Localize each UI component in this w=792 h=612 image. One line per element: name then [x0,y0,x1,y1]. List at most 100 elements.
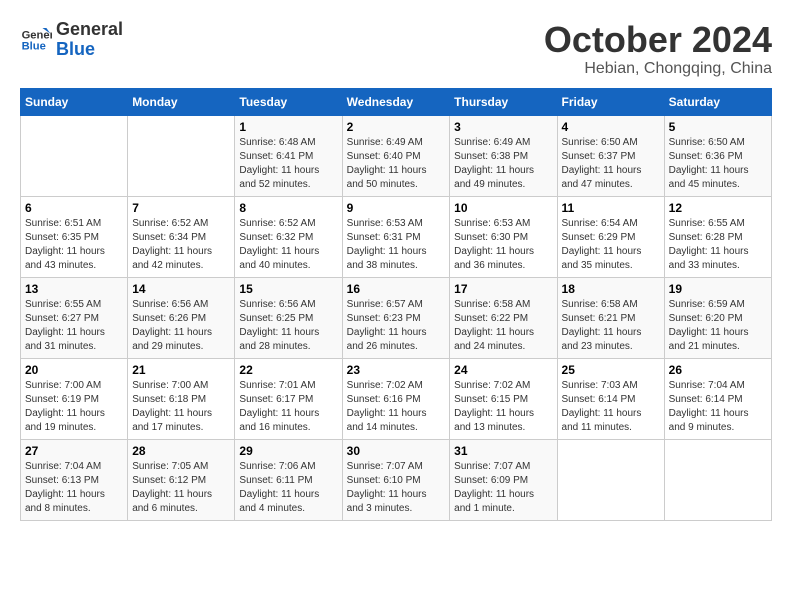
day-info: Sunrise: 7:00 AM Sunset: 6:19 PM Dayligh… [25,379,123,435]
logo-text-line2: Blue [56,40,123,60]
calendar-cell: 1Sunrise: 6:48 AM Sunset: 6:41 PM Daylig… [235,115,342,196]
day-info: Sunrise: 6:58 AM Sunset: 6:21 PM Dayligh… [562,298,660,354]
calendar-cell: 25 Sunrise: 7:03 AM Sunset: 6:14 PM Dayli… [557,358,664,439]
day-info: Sunrise: 7:07 AM Sunset: 6:10 PM Dayligh… [347,460,446,516]
weekday-header: Friday [557,88,664,115]
calendar-cell: 3Sunrise: 6:49 AM Sunset: 6:38 PM Daylig… [450,115,557,196]
day-info: Sunrise: 7:04 AM Sunset: 6:13 PM Dayligh… [25,460,123,516]
day-number: 10 [454,201,552,215]
calendar-week-row: 13 Sunrise: 6:55 AM Sunset: 6:27 PM Dayli… [21,277,772,358]
day-number: 22 [239,363,337,377]
day-info: Sunrise: 6:50 AM Sunset: 6:36 PM Dayligh… [669,136,767,192]
day-number: 24 [454,363,552,377]
calendar-cell: 27 Sunrise: 7:04 AM Sunset: 6:13 PM Dayli… [21,439,128,520]
calendar-cell: 26 Sunrise: 7:04 AM Sunset: 6:14 PM Dayli… [664,358,771,439]
day-info: Sunrise: 6:52 AM Sunset: 6:32 PM Dayligh… [239,217,337,273]
calendar-cell: 22Sunrise: 7:01 AM Sunset: 6:17 PM Dayli… [235,358,342,439]
weekday-header-row: SundayMondayTuesdayWednesdayThursdayFrid… [21,88,772,115]
calendar-cell: 19Sunrise: 6:59 AM Sunset: 6:20 PM Dayli… [664,277,771,358]
calendar-week-row: 27 Sunrise: 7:04 AM Sunset: 6:13 PM Dayli… [21,439,772,520]
day-info: Sunrise: 6:56 AM Sunset: 6:25 PM Dayligh… [239,298,337,354]
day-info: Sunrise: 6:51 AM Sunset: 6:35 PM Dayligh… [25,217,123,273]
calendar-cell: 10 Sunrise: 6:53 AM Sunset: 6:30 PM Dayli… [450,196,557,277]
calendar-cell: 12Sunrise: 6:55 AM Sunset: 6:28 PM Dayli… [664,196,771,277]
day-info: Sunrise: 6:57 AM Sunset: 6:23 PM Dayligh… [347,298,446,354]
calendar-week-row: 1Sunrise: 6:48 AM Sunset: 6:41 PM Daylig… [21,115,772,196]
day-number: 8 [239,201,337,215]
calendar-cell: 5 Sunrise: 6:50 AM Sunset: 6:36 PM Daylig… [664,115,771,196]
weekday-header: Wednesday [342,88,450,115]
day-number: 27 [25,444,123,458]
day-info: Sunrise: 7:00 AM Sunset: 6:18 PM Dayligh… [132,379,230,435]
calendar-cell [557,439,664,520]
day-number: 4 [562,120,660,134]
calendar-cell: 18Sunrise: 6:58 AM Sunset: 6:21 PM Dayli… [557,277,664,358]
day-number: 31 [454,444,552,458]
day-info: Sunrise: 7:03 AM Sunset: 6:14 PM Dayligh… [562,379,660,435]
day-info: Sunrise: 6:54 AM Sunset: 6:29 PM Dayligh… [562,217,660,273]
day-number: 25 [562,363,660,377]
day-number: 17 [454,282,552,296]
logo-icon: General Blue [20,24,52,56]
calendar-cell: 2 Sunrise: 6:49 AM Sunset: 6:40 PM Daylig… [342,115,450,196]
day-number: 20 [25,363,123,377]
day-info: Sunrise: 6:49 AM Sunset: 6:38 PM Dayligh… [454,136,552,192]
day-number: 9 [347,201,446,215]
weekday-header: Sunday [21,88,128,115]
calendar-cell [128,115,235,196]
calendar-cell: 8 Sunrise: 6:52 AM Sunset: 6:32 PM Daylig… [235,196,342,277]
calendar-cell: 24Sunrise: 7:02 AM Sunset: 6:15 PM Dayli… [450,358,557,439]
day-info: Sunrise: 6:55 AM Sunset: 6:28 PM Dayligh… [669,217,767,273]
day-number: 28 [132,444,230,458]
calendar-cell: 15 Sunrise: 6:56 AM Sunset: 6:25 PM Dayli… [235,277,342,358]
calendar-cell: 14 Sunrise: 6:56 AM Sunset: 6:26 PM Dayli… [128,277,235,358]
calendar-cell: 28 Sunrise: 7:05 AM Sunset: 6:12 PM Dayli… [128,439,235,520]
weekday-header: Tuesday [235,88,342,115]
day-number: 15 [239,282,337,296]
day-info: Sunrise: 7:02 AM Sunset: 6:16 PM Dayligh… [347,379,446,435]
title-section: October 2024 Hebian, Chongqing, China [544,20,772,78]
day-number: 2 [347,120,446,134]
day-info: Sunrise: 6:48 AM Sunset: 6:41 PM Dayligh… [239,136,337,192]
day-number: 6 [25,201,123,215]
day-info: Sunrise: 6:50 AM Sunset: 6:37 PM Dayligh… [562,136,660,192]
day-number: 19 [669,282,767,296]
day-info: Sunrise: 7:05 AM Sunset: 6:12 PM Dayligh… [132,460,230,516]
day-info: Sunrise: 7:07 AM Sunset: 6:09 PM Dayligh… [454,460,552,516]
calendar-week-row: 6 Sunrise: 6:51 AM Sunset: 6:35 PM Daylig… [21,196,772,277]
day-info: Sunrise: 6:52 AM Sunset: 6:34 PM Dayligh… [132,217,230,273]
svg-text:Blue: Blue [22,40,46,52]
day-number: 5 [669,120,767,134]
logo: General Blue General Blue [20,20,123,60]
day-number: 26 [669,363,767,377]
day-info: Sunrise: 6:56 AM Sunset: 6:26 PM Dayligh… [132,298,230,354]
calendar-week-row: 20 Sunrise: 7:00 AM Sunset: 6:19 PM Dayli… [21,358,772,439]
calendar-cell: 30Sunrise: 7:07 AM Sunset: 6:10 PM Dayli… [342,439,450,520]
calendar-cell: 21 Sunrise: 7:00 AM Sunset: 6:18 PM Dayli… [128,358,235,439]
calendar-cell: 23 Sunrise: 7:02 AM Sunset: 6:16 PM Dayli… [342,358,450,439]
day-number: 14 [132,282,230,296]
calendar-cell: 9Sunrise: 6:53 AM Sunset: 6:31 PM Daylig… [342,196,450,277]
calendar-cell: 17Sunrise: 6:58 AM Sunset: 6:22 PM Dayli… [450,277,557,358]
day-number: 11 [562,201,660,215]
day-number: 16 [347,282,446,296]
day-number: 23 [347,363,446,377]
day-info: Sunrise: 7:04 AM Sunset: 6:14 PM Dayligh… [669,379,767,435]
day-info: Sunrise: 7:06 AM Sunset: 6:11 PM Dayligh… [239,460,337,516]
day-info: Sunrise: 6:53 AM Sunset: 6:30 PM Dayligh… [454,217,552,273]
calendar-cell: 29Sunrise: 7:06 AM Sunset: 6:11 PM Dayli… [235,439,342,520]
calendar-cell: 31 Sunrise: 7:07 AM Sunset: 6:09 PM Dayli… [450,439,557,520]
day-number: 13 [25,282,123,296]
calendar-cell: 11 Sunrise: 6:54 AM Sunset: 6:29 PM Dayli… [557,196,664,277]
calendar-cell: 7 Sunrise: 6:52 AM Sunset: 6:34 PM Daylig… [128,196,235,277]
weekday-header: Monday [128,88,235,115]
calendar-cell: 6 Sunrise: 6:51 AM Sunset: 6:35 PM Daylig… [21,196,128,277]
logo-text-line1: General [56,20,123,40]
calendar-cell: 4 Sunrise: 6:50 AM Sunset: 6:37 PM Daylig… [557,115,664,196]
calendar-cell [664,439,771,520]
day-number: 21 [132,363,230,377]
day-info: Sunrise: 6:55 AM Sunset: 6:27 PM Dayligh… [25,298,123,354]
day-info: Sunrise: 6:49 AM Sunset: 6:40 PM Dayligh… [347,136,446,192]
weekday-header: Saturday [664,88,771,115]
day-number: 7 [132,201,230,215]
